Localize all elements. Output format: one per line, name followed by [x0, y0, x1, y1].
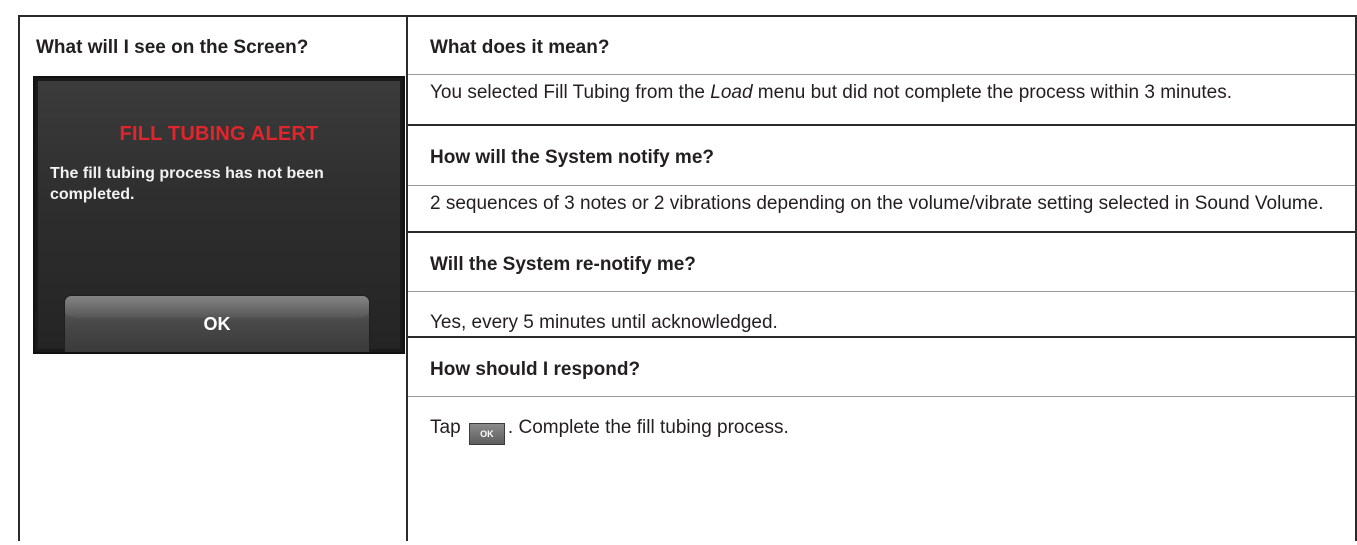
section-renotify: Will the System re-notify me? Yes, every… [408, 231, 1355, 338]
section-response: How should I respond? Tap OK. Complete t… [408, 336, 1355, 545]
divider [408, 74, 1355, 75]
section-question: Will the System re-notify me? [430, 254, 696, 275]
section-question: What does it mean? [430, 37, 610, 58]
alert-message: The fill tubing process has not been com… [50, 165, 324, 203]
device-screen-mockup: FILL TUBING ALERT The fill tubing proces… [33, 76, 405, 354]
screen-column: What will I see on the Screen? FILL TUBI… [20, 17, 408, 541]
alert-title: FILL TUBING ALERT [119, 123, 319, 145]
section-answer: Yes, every 5 minutes until acknowledged. [430, 312, 778, 333]
section-meaning: What does it mean? You selected Fill Tub… [408, 17, 1355, 124]
ok-button-icon: OK [468, 423, 505, 445]
ok-button[interactable]: OK [64, 295, 370, 352]
answer-text: menu but did not complete the process wi… [752, 82, 1233, 103]
section-answer: You selected Fill Tubing from the Load m… [430, 81, 1330, 105]
divider [408, 185, 1355, 186]
divider [408, 291, 1355, 292]
answer-text: You selected [430, 82, 544, 103]
section-question: How should I respond? [430, 359, 641, 380]
section-answer: Tap OK. Complete the fill tubing process… [430, 416, 1330, 445]
section-notification: How will the System notify me? 2 sequenc… [408, 124, 1355, 233]
answer-text: Tap [430, 417, 466, 438]
answer-menu-name: Load [710, 82, 753, 103]
answer-text: from the [630, 82, 711, 103]
alert-info-table: What will I see on the Screen? FILL TUBI… [18, 15, 1357, 541]
answer-text: . Complete the fill tubing process. [507, 417, 789, 438]
section-answer: 2 sequences of 3 notes or 2 vibrations d… [430, 193, 1324, 214]
info-column: What does it mean? You selected Fill Tub… [408, 17, 1355, 541]
section-question: How will the System notify me? [430, 147, 714, 168]
ok-button-label: OK [203, 314, 231, 334]
screen-column-header: What will I see on the Screen? [36, 37, 309, 58]
answer-menu-item: Fill Tubing [543, 82, 630, 103]
divider [408, 396, 1355, 397]
